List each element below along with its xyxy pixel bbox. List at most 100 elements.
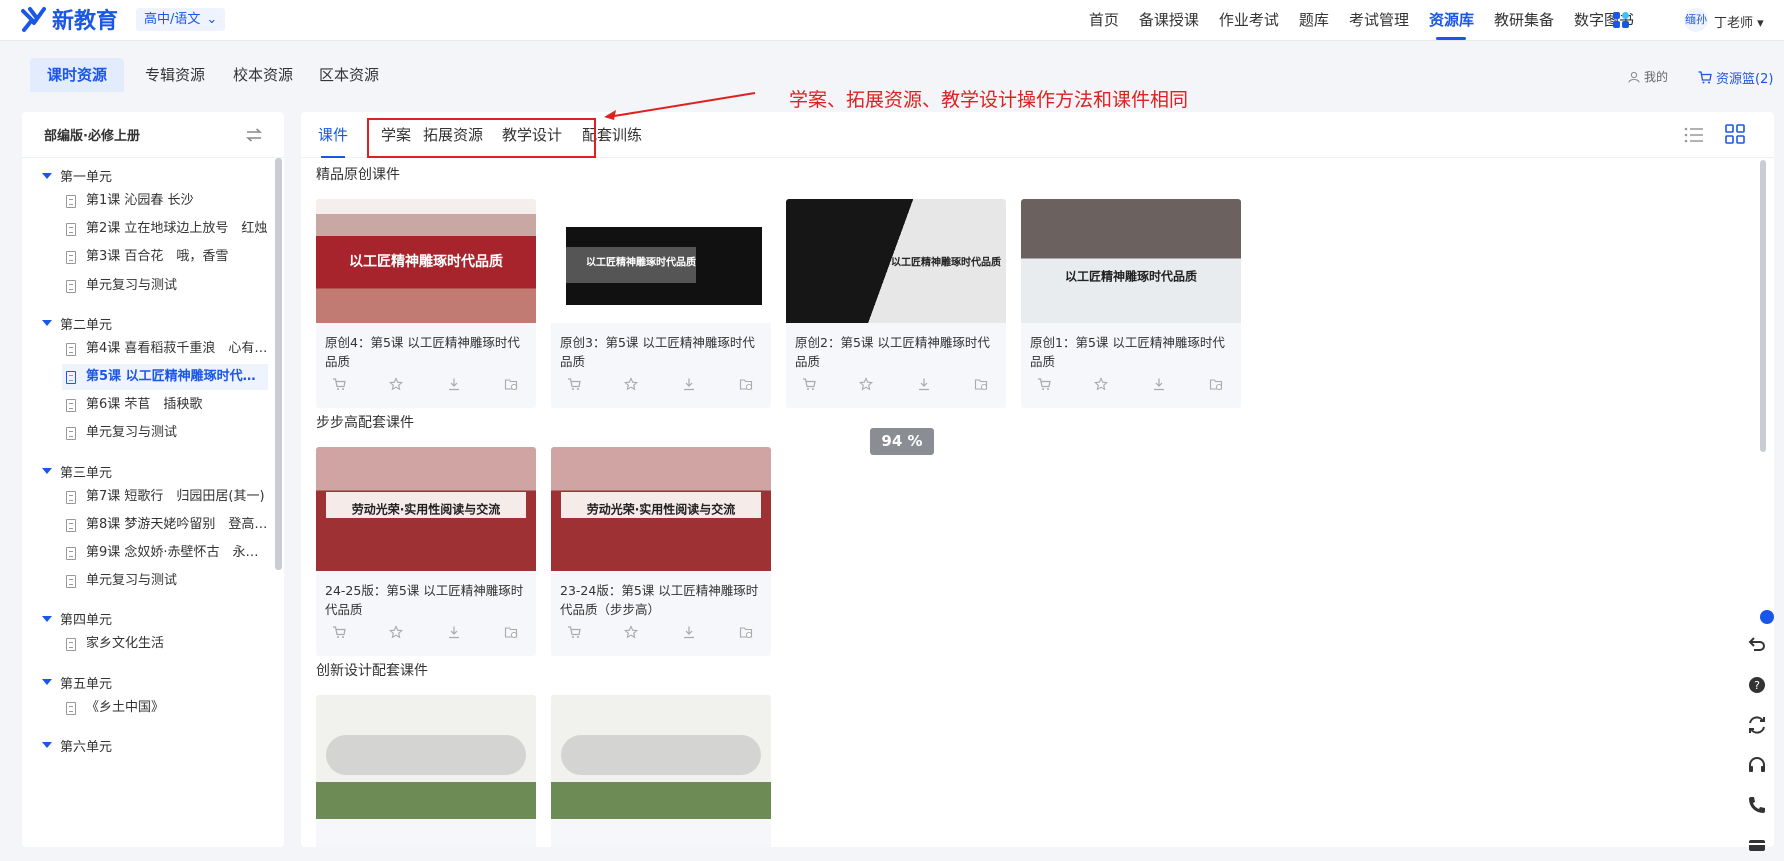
courseware-card[interactable]: 以工匠精神雕琢时代品质 原创4：第5课 以工匠精神雕琢时代品质 [316, 199, 536, 408]
download-icon[interactable] [447, 625, 461, 639]
courseware-card[interactable]: 以工匠精神雕琢时代品质 原创1：第5课 以工匠精神雕琢时代品质 [1021, 199, 1241, 408]
courseware-card[interactable] [316, 695, 536, 847]
lesson-item[interactable]: 第2课 立在地球边上放号 红烛 [62, 216, 268, 242]
switch-icon[interactable] [246, 127, 262, 142]
folder-add-icon[interactable] [504, 625, 518, 639]
lesson-item[interactable]: 单元复习与测试 [62, 420, 268, 446]
cart-icon[interactable] [332, 377, 346, 391]
nav-item-7[interactable]: 数字图书 [1564, 0, 1644, 40]
subtab-1[interactable]: 专辑资源 [128, 58, 222, 92]
card-title[interactable]: 23-24版：第5课 以工匠精神雕琢时代品质（步步高） [551, 571, 771, 619]
lesson-label: 单元复习与测试 [86, 573, 178, 589]
folder-add-icon[interactable] [504, 377, 518, 391]
courseware-card[interactable]: 以工匠精神雕琢时代品质 原创3：第5课 以工匠精神雕琢时代品质 [551, 199, 771, 408]
courseware-card[interactable]: 劳动光荣·实用性阅读与交流 23-24版：第5课 以工匠精神雕琢时代品质（步步高） [551, 447, 771, 656]
courseware-card[interactable]: 以工匠精神雕琢时代品质 原创2：第5课 以工匠精神雕琢时代品质 [786, 199, 1006, 408]
phone-icon[interactable] [1746, 794, 1768, 816]
subtab-3[interactable]: 区本资源 [302, 58, 396, 92]
apps-grid-icon[interactable] [1612, 11, 1630, 29]
nav-item-1[interactable]: 备课授课 [1129, 0, 1209, 40]
user-avatar[interactable]: 缅孙 [1684, 8, 1708, 32]
lesson-item[interactable]: 家乡文化生活 [62, 631, 268, 657]
unit-toggle[interactable]: 第六单元 [42, 736, 112, 755]
star-icon[interactable] [1094, 377, 1109, 391]
refresh-icon[interactable] [1746, 714, 1768, 736]
unit-toggle[interactable]: 第一单元 [42, 166, 112, 185]
card-title[interactable]: 原创1：第5课 以工匠精神雕琢时代品质 [1021, 323, 1241, 371]
lesson-item[interactable]: 《乡土中国》 [62, 695, 268, 721]
download-icon[interactable] [447, 377, 461, 391]
user-name[interactable]: 丁老师 ▾ [1714, 12, 1764, 31]
unit-toggle[interactable]: 第三单元 [42, 462, 112, 481]
lesson-item[interactable]: 单元复习与测试 [62, 273, 268, 299]
lesson-label: 单元复习与测试 [86, 425, 178, 441]
back-icon[interactable] [1746, 634, 1768, 656]
card-icon[interactable] [1746, 834, 1768, 856]
unit-toggle[interactable]: 第五单元 [42, 673, 112, 692]
sidebar-scrollbar[interactable] [275, 158, 282, 570]
help-icon[interactable]: ? [1746, 674, 1768, 696]
card-title[interactable]: 原创2：第5课 以工匠精神雕琢时代品质 [786, 323, 1006, 371]
card-title[interactable]: 24-25版：第5课 以工匠精神雕琢时代品质 [316, 571, 536, 619]
star-icon[interactable] [389, 625, 404, 639]
lesson-item[interactable]: 第3课 百合花 哦，香雪 [62, 244, 268, 270]
nav-item-0[interactable]: 首页 [1079, 0, 1129, 40]
lesson-label: 家乡文化生活 [86, 636, 165, 652]
card-title[interactable] [316, 819, 536, 847]
nav-item-4[interactable]: 考试管理 [1339, 0, 1419, 40]
notification-check-badge [1760, 610, 1774, 624]
lesson-label: 第9课 念奴娇·赤壁怀古 永遇乐 [86, 545, 268, 560]
resource-basket-link[interactable]: 资源篮(2) [1698, 68, 1773, 87]
cart-icon[interactable] [1037, 377, 1051, 391]
cart-icon[interactable] [567, 625, 581, 639]
brand-logo[interactable]: 新教育 [20, 4, 118, 34]
zoom-percent-badge: 94 % [870, 428, 934, 455]
cart-icon[interactable] [567, 377, 581, 391]
cart-icon[interactable] [332, 625, 346, 639]
unit-toggle[interactable]: 第四单元 [42, 609, 112, 628]
cart-icon[interactable] [802, 377, 816, 391]
lesson-item[interactable]: 单元复习与测试 [62, 568, 268, 594]
download-icon[interactable] [682, 625, 696, 639]
star-icon[interactable] [624, 625, 639, 639]
download-icon[interactable] [682, 377, 696, 391]
headset-icon[interactable] [1746, 754, 1768, 776]
grid-view-icon[interactable] [1725, 124, 1745, 144]
download-icon[interactable] [917, 377, 931, 391]
card-title[interactable]: 原创3：第5课 以工匠精神雕琢时代品质 [551, 323, 771, 371]
subtab-2[interactable]: 校本资源 [216, 58, 310, 92]
grade-subject-select[interactable]: 高中/语文 ⌄ [136, 8, 226, 31]
star-icon[interactable] [389, 377, 404, 391]
lesson-item[interactable]: 第4课 喜看稻菽千重浪 心有一团火 [62, 336, 268, 362]
lesson-item[interactable]: 第8课 梦游天姥吟留别 登高 琵琶行 [62, 512, 268, 538]
main-scrollbar[interactable] [1760, 160, 1766, 452]
lesson-item[interactable]: 第5课 以工匠精神雕琢时代品质 [62, 364, 268, 390]
folder-add-icon[interactable] [1209, 377, 1223, 391]
courseware-card[interactable] [551, 695, 771, 847]
nav-item-3[interactable]: 题库 [1289, 0, 1339, 40]
folder-add-icon[interactable] [739, 625, 753, 639]
courseware-card[interactable]: 劳动光荣·实用性阅读与交流 24-25版：第5课 以工匠精神雕琢时代品质 [316, 447, 536, 656]
mine-link[interactable]: 我的 [1628, 68, 1668, 85]
nav-item-5[interactable]: 资源库 [1419, 0, 1484, 40]
card-title[interactable] [551, 819, 771, 847]
document-icon [66, 427, 76, 441]
subtab-0[interactable]: 课时资源 [30, 58, 125, 92]
nav-item-2[interactable]: 作业考试 [1209, 0, 1289, 40]
download-icon[interactable] [1152, 377, 1166, 391]
card-title[interactable]: 原创4：第5课 以工匠精神雕琢时代品质 [316, 323, 536, 371]
nav-item-6[interactable]: 教研集备 [1484, 0, 1564, 40]
lesson-item[interactable]: 第9课 念奴娇·赤壁怀古 永遇乐 [62, 540, 268, 566]
document-icon [66, 223, 76, 237]
lesson-item[interactable]: 第6课 芣苢 插秧歌 [62, 392, 268, 418]
folder-add-icon[interactable] [739, 377, 753, 391]
unit-toggle[interactable]: 第二单元 [42, 314, 112, 333]
star-icon[interactable] [859, 377, 874, 391]
content-tab-0[interactable]: 课件 [318, 112, 348, 158]
lesson-label: 《乡土中国》 [86, 699, 165, 715]
lesson-item[interactable]: 第1课 沁园春 长沙 [62, 188, 268, 214]
list-view-icon[interactable] [1684, 126, 1704, 144]
folder-add-icon[interactable] [974, 377, 988, 391]
lesson-item[interactable]: 第7课 短歌行 归园田居(其一) [62, 484, 268, 510]
star-icon[interactable] [624, 377, 639, 391]
